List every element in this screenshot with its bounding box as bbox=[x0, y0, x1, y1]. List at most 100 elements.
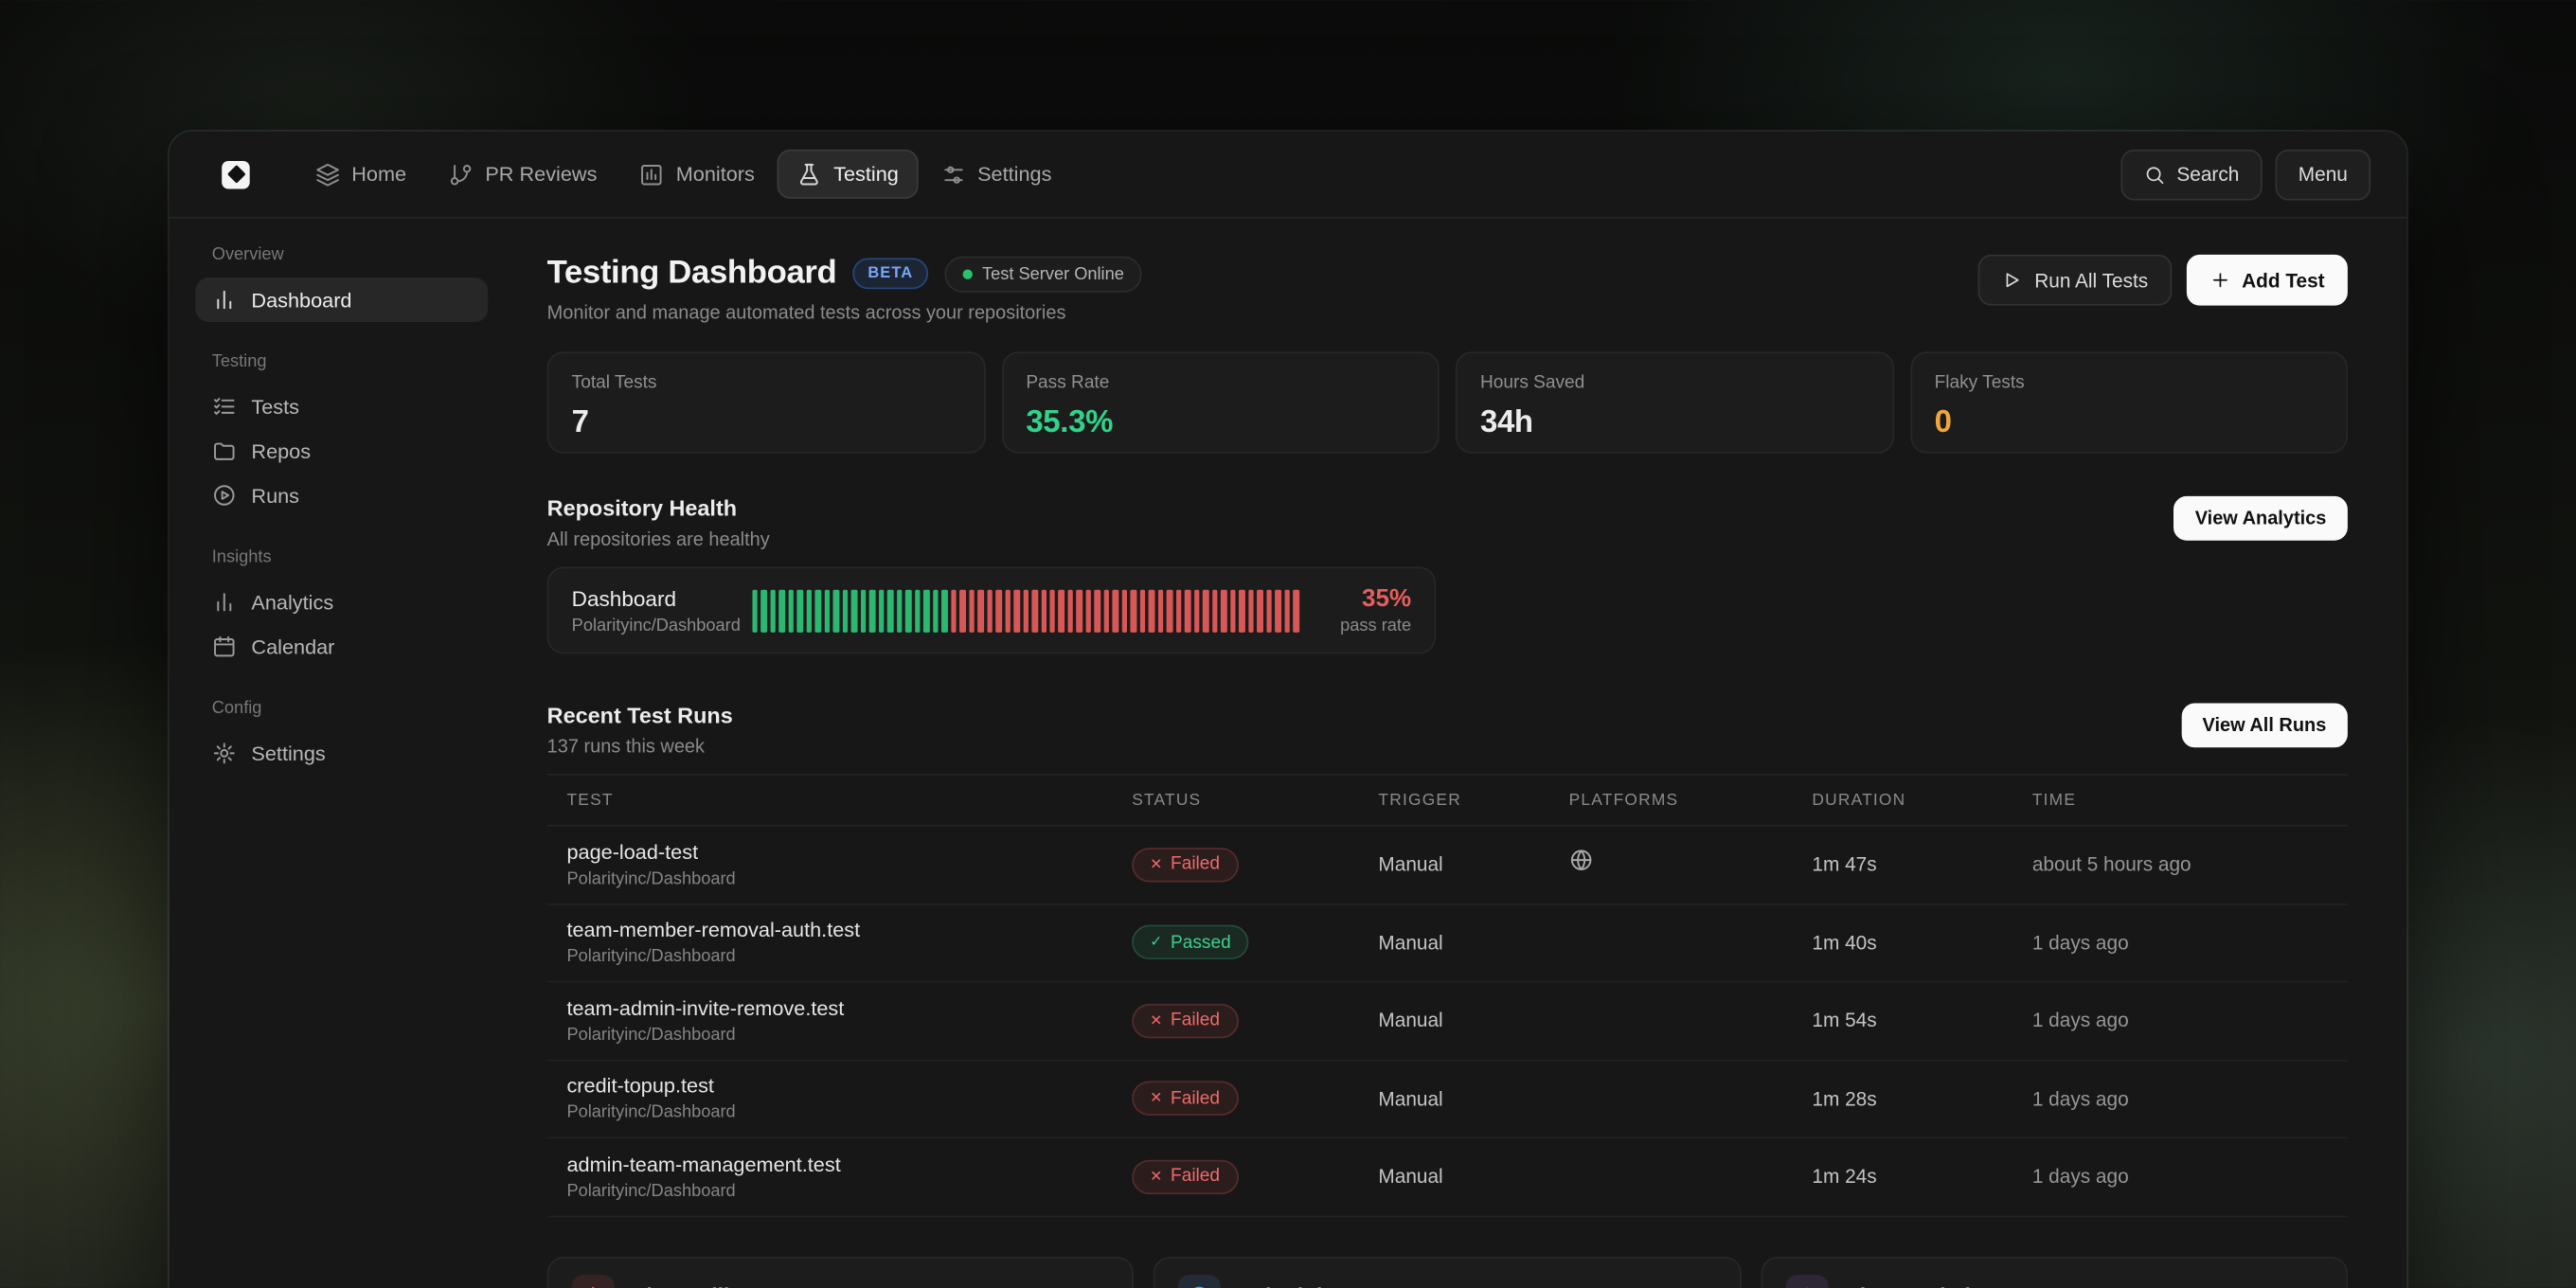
fail-segment bbox=[1104, 589, 1110, 632]
quick-action-view-analytics[interactable]: View Analytics bbox=[1761, 1256, 2348, 1288]
server-status-label: Test Server Online bbox=[982, 263, 1124, 283]
fail-segment bbox=[1257, 589, 1262, 632]
pass-segment bbox=[941, 589, 947, 632]
sidebar-item-dashboard[interactable]: Dashboard bbox=[195, 277, 488, 322]
stat-card-total-tests: Total Tests7 bbox=[547, 351, 985, 454]
status-cell: ✕Failed bbox=[1132, 1082, 1378, 1116]
fail-segment bbox=[1059, 589, 1064, 632]
quick-actions-row: View Failing Tests Schedule Tests View Ana… bbox=[547, 1256, 2348, 1288]
run-all-tests-button[interactable]: Run All Tests bbox=[1978, 255, 2171, 306]
stat-card-flaky-tests: Flaky Tests0 bbox=[1910, 351, 2348, 454]
repo-name: Dashboard bbox=[572, 585, 730, 610]
search-button[interactable]: Search bbox=[2120, 149, 2262, 200]
flask-icon bbox=[797, 162, 822, 187]
test-name: admin-team-management.test bbox=[566, 1153, 1132, 1175]
test-run-row[interactable]: credit-topup.testPolarityinc/Dashboard✕F… bbox=[547, 1061, 2348, 1138]
status-label: Passed bbox=[1171, 933, 1231, 953]
play-circle-icon bbox=[212, 483, 237, 508]
sidebar-item-repos[interactable]: Repos bbox=[195, 429, 488, 474]
sidebar-item-runs[interactable]: Runs bbox=[195, 474, 488, 518]
fail-segment bbox=[1203, 589, 1208, 632]
gear-icon bbox=[212, 741, 237, 765]
test-repo: Polarityinc/Dashboard bbox=[566, 1181, 1132, 1201]
repo-path: Polarityinc/Dashboard bbox=[572, 616, 730, 635]
nav-item-pr-reviews[interactable]: PR Reviews bbox=[429, 150, 617, 199]
duration-cell: 1m 54s bbox=[1812, 1010, 2031, 1032]
monitor-chart-icon bbox=[640, 162, 665, 187]
sidebar-item-analytics[interactable]: Analytics bbox=[195, 580, 488, 624]
duration-cell: 1m 28s bbox=[1812, 1087, 2031, 1110]
column-header-test: TEST bbox=[566, 791, 1132, 809]
stat-label: Pass Rate bbox=[1026, 373, 1414, 393]
quick-action-view-failing-tests[interactable]: View Failing Tests bbox=[547, 1256, 1135, 1288]
play-icon bbox=[2002, 269, 2024, 291]
test-run-row[interactable]: admin-team-management.test Polarityinc/Da… bbox=[547, 1138, 2348, 1216]
folder-icon bbox=[212, 438, 237, 463]
nav-item-label: Testing bbox=[833, 163, 899, 186]
status-badge-failed: ✕Failed bbox=[1132, 1159, 1238, 1193]
sidebar: OverviewDashboardTestingTestsReposRunsIn… bbox=[170, 219, 514, 1288]
fail-segment bbox=[1185, 589, 1190, 632]
sidebar-section-label-overview: Overview bbox=[195, 244, 488, 264]
duration-cell: 1m 40s bbox=[1812, 931, 2031, 954]
nav-item-home[interactable]: Home bbox=[295, 150, 426, 199]
nav-item-label: Monitors bbox=[676, 163, 755, 186]
test-cell: admin-team-management.test Polarityinc/Da… bbox=[566, 1153, 1132, 1200]
fail-segment bbox=[995, 589, 1001, 632]
status-badge-failed: ✕Failed bbox=[1132, 1082, 1238, 1116]
stat-value: 7 bbox=[572, 405, 960, 441]
pass-segment bbox=[789, 589, 795, 632]
bar-chart-icon bbox=[1785, 1274, 1828, 1288]
repo-health-card[interactable]: Dashboard Polarityinc/Dashboard 35% pass… bbox=[547, 566, 1436, 653]
app-logo[interactable] bbox=[222, 160, 249, 188]
trigger-cell: Manual bbox=[1378, 931, 1568, 954]
sidebar-item-label: Settings bbox=[251, 742, 325, 764]
beta-badge: BETA bbox=[853, 258, 928, 289]
globe-icon bbox=[1569, 849, 1594, 873]
status-cell: ✕Failed bbox=[1132, 1159, 1378, 1193]
quick-action-schedule-tests[interactable]: Schedule Tests bbox=[1154, 1256, 1741, 1288]
test-run-row[interactable]: team-admin-invite-remove.testPolarityinc… bbox=[547, 982, 2348, 1060]
logo-mark-icon bbox=[226, 165, 245, 184]
column-header-trigger: TRIGGER bbox=[1378, 791, 1568, 809]
column-header-duration: DURATION bbox=[1812, 791, 2031, 809]
title-row: Testing Dashboard BETA Test Server Onlin… bbox=[547, 255, 1142, 293]
pass-segment bbox=[825, 589, 831, 632]
trigger-cell: Manual bbox=[1378, 1087, 1568, 1110]
pass-segment bbox=[915, 589, 921, 632]
stat-label: Hours Saved bbox=[1480, 373, 1869, 393]
status-cell: ✓Passed bbox=[1132, 925, 1378, 959]
test-cell: team-member-removal-auth.testPolarityinc… bbox=[566, 919, 1132, 966]
time-cell: 1 days ago bbox=[2032, 931, 2348, 954]
add-test-button[interactable]: Add Test bbox=[2186, 255, 2348, 306]
recent-runs-table: TESTSTATUSTRIGGERPLATFORMSDURATIONTIME p… bbox=[547, 774, 2348, 1216]
recent-runs-heading: Recent Test Runs 137 runs this week bbox=[547, 703, 733, 757]
trigger-cell: Manual bbox=[1378, 1165, 1568, 1188]
fail-segment bbox=[1122, 589, 1128, 632]
platforms-cell bbox=[1569, 849, 1813, 882]
test-run-row[interactable]: page-load-testPolarityinc/Dashboard✕Fail… bbox=[547, 827, 2348, 904]
view-analytics-button[interactable]: View Analytics bbox=[2174, 496, 2348, 541]
stat-label: Flaky Tests bbox=[1935, 373, 2323, 393]
recent-runs-section-header: Recent Test Runs 137 runs this week View… bbox=[547, 703, 2348, 757]
sliders-icon bbox=[941, 162, 966, 187]
sidebar-item-label: Runs bbox=[251, 484, 299, 507]
menu-button[interactable]: Menu bbox=[2275, 149, 2370, 200]
stat-value: 35.3% bbox=[1026, 405, 1414, 441]
nav-item-settings[interactable]: Settings bbox=[921, 150, 1071, 199]
repo-health-section-header: Repository Health All repositories are h… bbox=[547, 496, 2348, 550]
pass-segment bbox=[815, 589, 821, 632]
fail-segment bbox=[1212, 589, 1218, 632]
nav-item-testing[interactable]: Testing bbox=[778, 150, 919, 199]
sidebar-item-settings[interactable]: Settings bbox=[195, 731, 488, 776]
pass-segment bbox=[897, 589, 903, 632]
status-label: Failed bbox=[1171, 1011, 1220, 1030]
sidebar-item-calendar[interactable]: Calendar bbox=[195, 624, 488, 669]
pass-segment bbox=[761, 589, 767, 632]
sidebar-item-tests[interactable]: Tests bbox=[195, 385, 488, 429]
sidebar-item-label: Analytics bbox=[251, 591, 333, 614]
nav-item-monitors[interactable]: Monitors bbox=[620, 150, 775, 199]
pass-segment bbox=[851, 589, 857, 632]
view-all-runs-button[interactable]: View All Runs bbox=[2181, 703, 2348, 747]
test-run-row[interactable]: team-member-removal-auth.testPolarityinc… bbox=[547, 904, 2348, 982]
